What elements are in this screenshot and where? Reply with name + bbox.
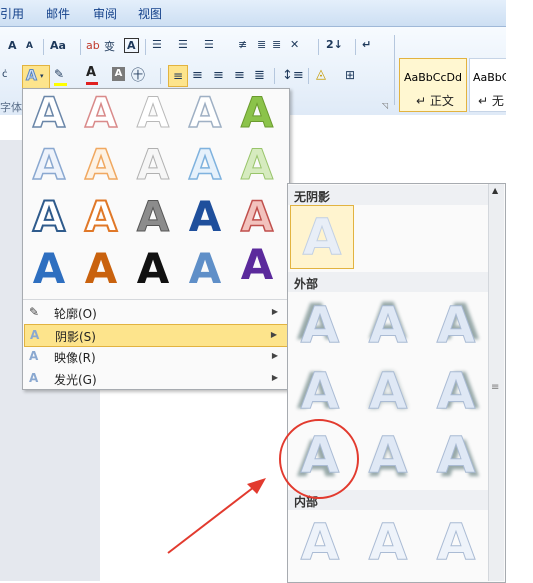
pointer-arrow-head-icon: [247, 478, 266, 494]
highlight-circle: [279, 419, 359, 499]
pointer-arrow-line: [167, 486, 255, 554]
annotation-overlay: [167, 419, 359, 554]
